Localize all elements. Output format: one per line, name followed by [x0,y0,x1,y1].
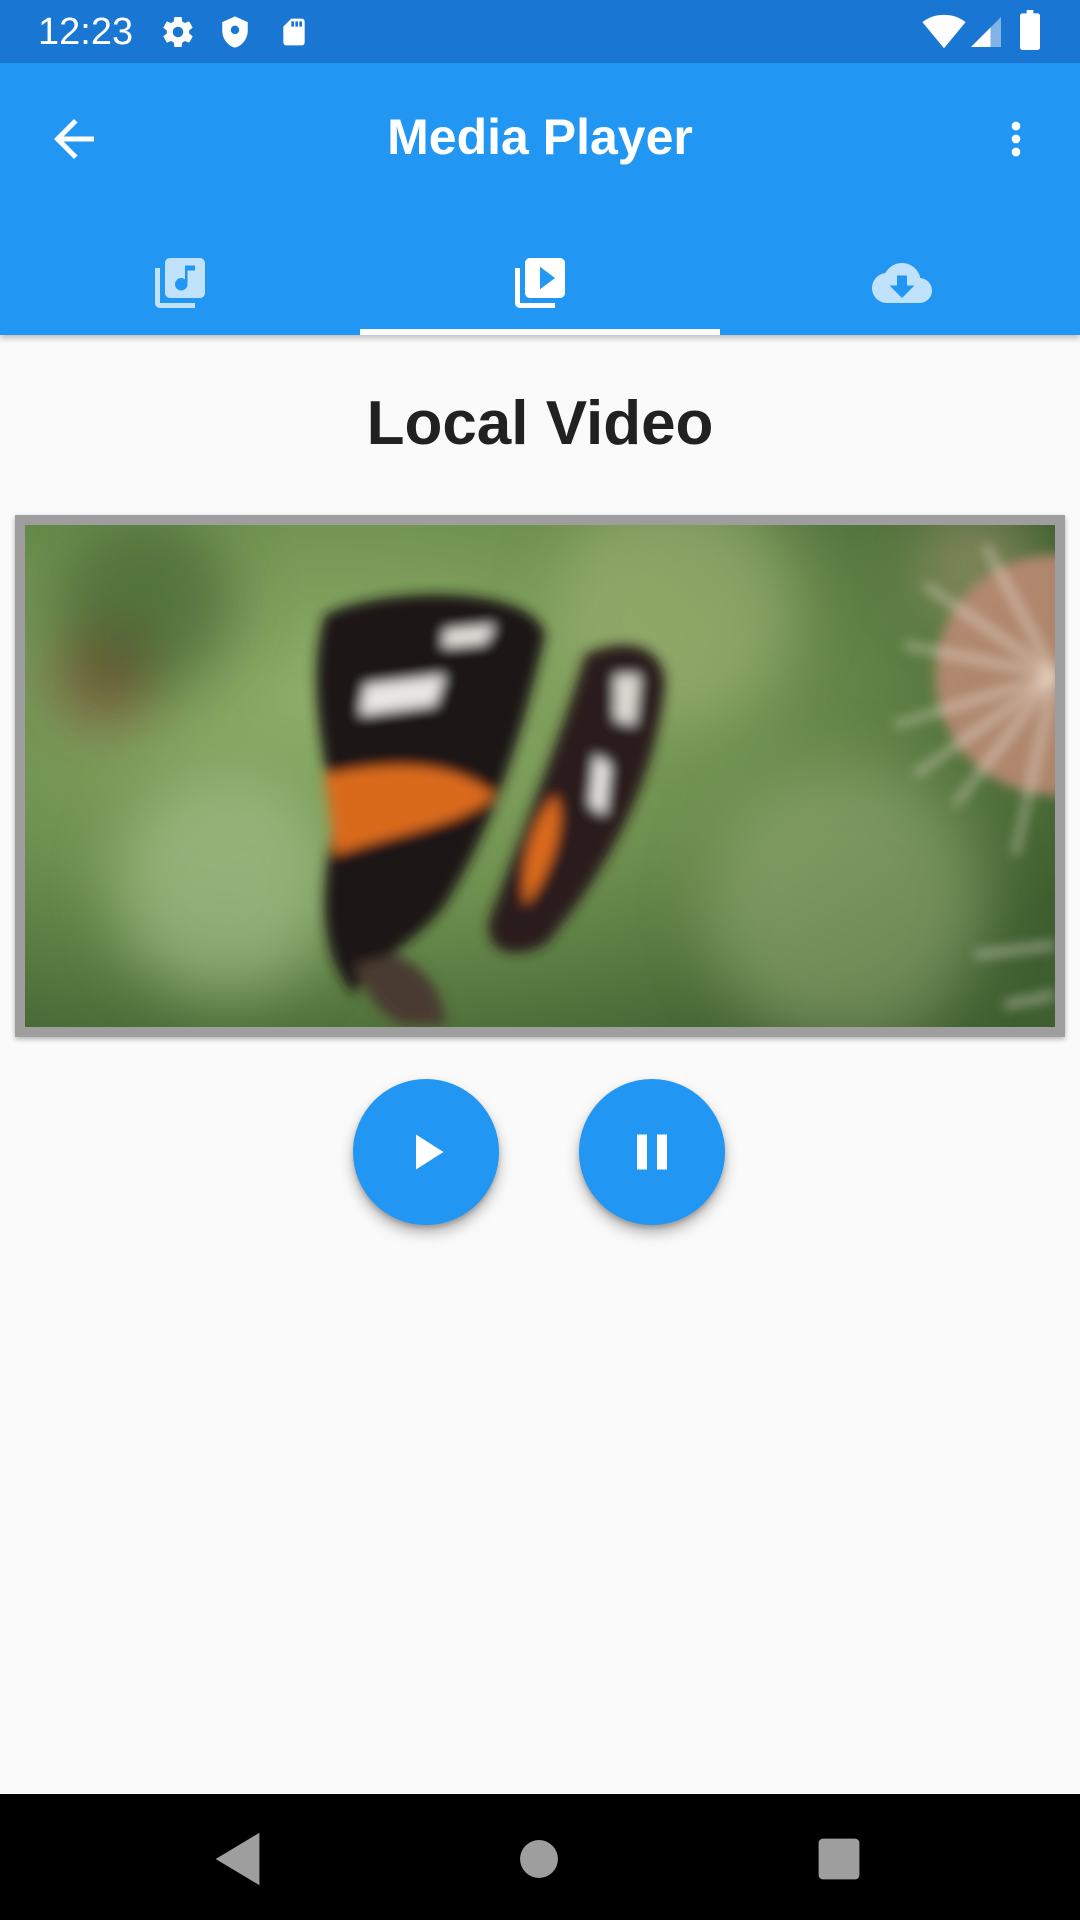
more-options-button[interactable] [990,109,1042,169]
app-title: Media Player [387,109,693,165]
tab-audio[interactable] [0,235,360,335]
pause-icon [637,1134,667,1170]
play-icon [416,1134,444,1170]
back-triangle-icon [215,1832,260,1886]
video-player-frame [15,515,1065,1037]
library-music-icon [155,258,205,308]
arrow-back-icon [54,119,94,159]
more-vert-icon [1011,121,1021,157]
video-frame-image [25,525,1055,1027]
app-bar: Media Player [0,63,1080,335]
nav-recents-button[interactable] [804,1824,874,1894]
tab-stream[interactable] [720,235,1080,335]
video-library-icon [515,258,565,308]
tab-video[interactable] [360,235,720,335]
recents-square-icon [818,1838,860,1880]
cloud-download-icon [872,263,932,303]
signal-icon [968,14,1004,55]
back-button[interactable] [44,109,104,169]
section-title: Local Video [366,389,714,458]
nav-home-button[interactable] [504,1824,574,1894]
nav-back-button[interactable] [204,1824,274,1894]
battery-icon [1018,10,1042,55]
gear-icon [160,12,196,57]
home-circle-icon [520,1840,558,1878]
tab-indicator [360,329,720,335]
shield-icon [218,12,252,57]
video-player[interactable] [25,525,1055,1027]
wifi-icon [922,14,966,55]
tab-bar [0,235,1080,335]
pause-button[interactable] [579,1079,725,1225]
sd-card-icon [278,12,310,57]
status-time: 12:23 [38,11,134,53]
status-bar: 12:23 [0,0,1080,63]
play-button[interactable] [353,1079,499,1225]
system-nav-bar [0,1794,1080,1920]
